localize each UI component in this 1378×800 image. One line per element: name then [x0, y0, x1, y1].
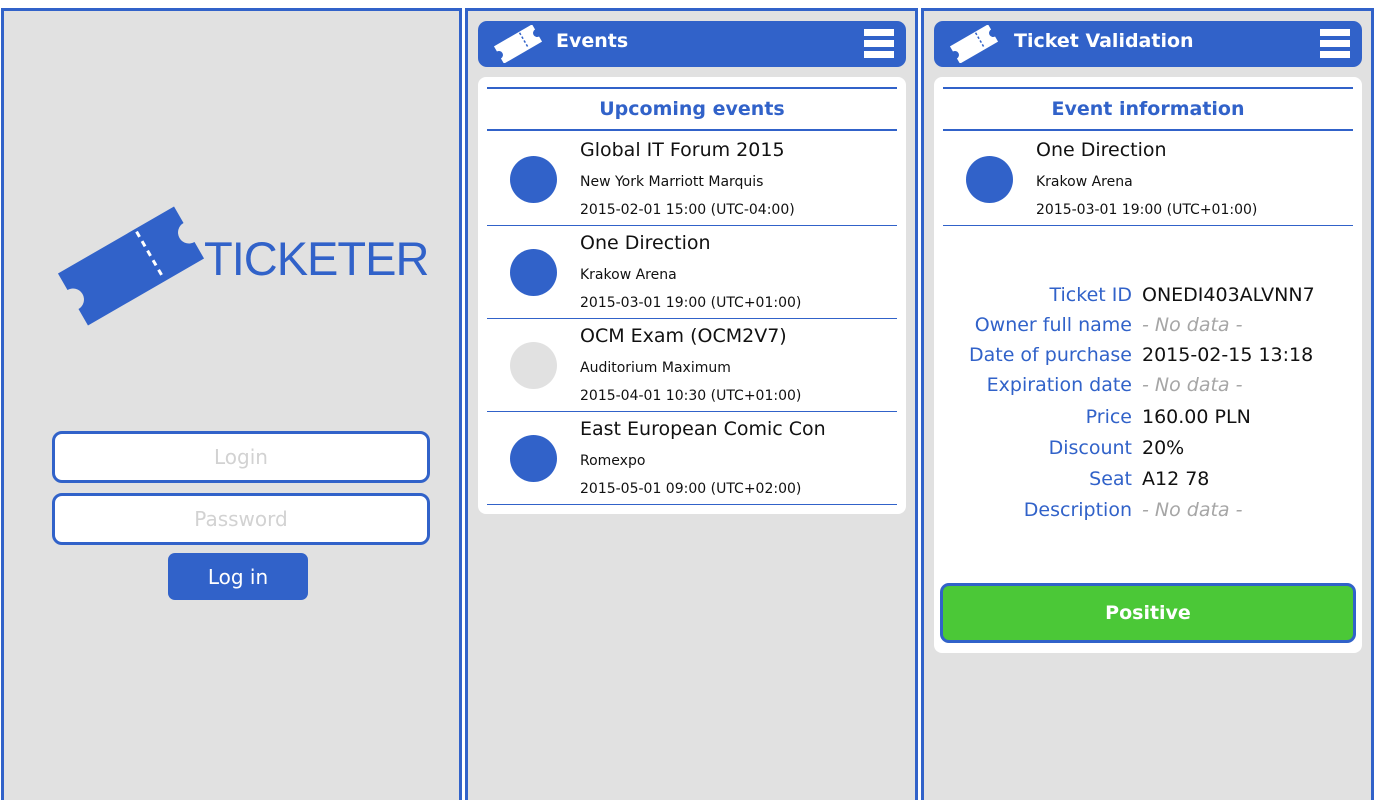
event-venue: Romexpo	[580, 453, 646, 469]
detail-value: - No data -	[1142, 499, 1243, 521]
detail-value: ONEDI403ALVNN7	[1142, 284, 1315, 306]
event-status-dot	[510, 249, 557, 296]
detail-description: Description - No data -	[934, 499, 1362, 529]
event-venue: Auditorium Maximum	[580, 360, 731, 376]
event-date: 2015-03-01 19:00 (UTC+01:00)	[580, 295, 802, 311]
detail-seat: Seat A12 78	[934, 468, 1362, 498]
event-name: OCM Exam (OCM2V7)	[580, 325, 787, 347]
section-title: Event information	[943, 87, 1353, 131]
event-status-dot	[510, 435, 557, 482]
detail-value: A12 78	[1142, 468, 1210, 490]
event-item[interactable]: OCM Exam (OCM2V7) Auditorium Maximum 201…	[487, 319, 897, 412]
detail-discount: Discount 20%	[934, 437, 1362, 467]
detail-label: Expiration date	[986, 374, 1132, 396]
ticket-header: Ticket Validation	[934, 21, 1362, 67]
event-name: Global IT Forum 2015	[580, 139, 785, 161]
event-item[interactable]: One Direction Krakow Arena 2015-03-01 19…	[487, 226, 897, 319]
event-venue: Krakow Arena	[580, 267, 677, 283]
detail-label: Seat	[1089, 468, 1132, 490]
detail-value: 2015-02-15 13:18	[1142, 344, 1314, 366]
event-venue: New York Marriott Marquis	[580, 174, 764, 190]
logo: TICKETER	[56, 201, 429, 331]
login-input[interactable]	[52, 431, 430, 483]
detail-owner: Owner full name - No data -	[934, 314, 1362, 344]
event-name: East European Comic Con	[580, 418, 826, 440]
page-title: Events	[556, 30, 629, 52]
events-card: Upcoming events Global IT Forum 2015 New…	[478, 77, 906, 514]
detail-value: - No data -	[1142, 314, 1243, 336]
detail-expiration: Expiration date - No data -	[934, 374, 1362, 404]
event-item[interactable]: East European Comic Con Romexpo 2015-05-…	[487, 412, 897, 505]
event-name: One Direction	[1036, 139, 1167, 161]
events-header: Events	[478, 21, 906, 67]
page-title: Ticket Validation	[1014, 30, 1194, 52]
detail-label: Price	[1085, 406, 1132, 428]
detail-ticket-id: Ticket ID ONEDI403ALVNN7	[934, 284, 1362, 314]
event-date: 2015-04-01 10:30 (UTC+01:00)	[580, 388, 802, 404]
ticket-validation-panel: Ticket Validation Event information One …	[921, 8, 1374, 800]
login-panel: TICKETER Log in	[1, 8, 462, 800]
event-info: One Direction Krakow Arena 2015-03-01 19…	[943, 133, 1353, 226]
event-date: 2015-03-01 19:00 (UTC+01:00)	[1036, 202, 1258, 218]
ticket-logo-icon	[57, 206, 205, 326]
ticket-card: Event information One Direction Krakow A…	[934, 77, 1362, 653]
hamburger-menu-icon[interactable]	[1320, 29, 1350, 59]
detail-value: 20%	[1142, 437, 1185, 459]
ticket-icon	[493, 25, 543, 63]
detail-value: - No data -	[1142, 374, 1243, 396]
event-item[interactable]: Global IT Forum 2015 New York Marriott M…	[487, 133, 897, 226]
event-status-dot	[510, 342, 557, 389]
detail-label: Description	[1023, 499, 1132, 521]
events-panel: Events Upcoming events Global IT Forum 2…	[465, 8, 918, 800]
event-name: One Direction	[580, 232, 711, 254]
section-title: Upcoming events	[487, 87, 897, 131]
detail-value: 160.00 PLN	[1142, 406, 1251, 428]
detail-purchase-date: Date of purchase 2015-02-15 13:18	[934, 344, 1362, 374]
event-status-dot	[510, 156, 557, 203]
hamburger-menu-icon[interactable]	[864, 29, 894, 59]
detail-price: Price 160.00 PLN	[934, 406, 1362, 436]
event-venue: Krakow Arena	[1036, 174, 1133, 190]
login-button[interactable]: Log in	[168, 553, 308, 600]
validation-result-button[interactable]: Positive	[940, 583, 1356, 643]
event-date: 2015-02-01 15:00 (UTC-04:00)	[580, 202, 795, 218]
detail-label: Owner full name	[974, 314, 1132, 336]
detail-label: Discount	[1048, 437, 1132, 459]
brand-name: TICKETER	[204, 232, 429, 285]
event-date: 2015-05-01 09:00 (UTC+02:00)	[580, 481, 802, 497]
ticket-icon	[949, 25, 999, 63]
detail-label: Ticket ID	[1049, 284, 1133, 306]
password-input[interactable]	[52, 493, 430, 545]
event-status-dot	[966, 156, 1013, 203]
detail-label: Date of purchase	[968, 344, 1132, 366]
